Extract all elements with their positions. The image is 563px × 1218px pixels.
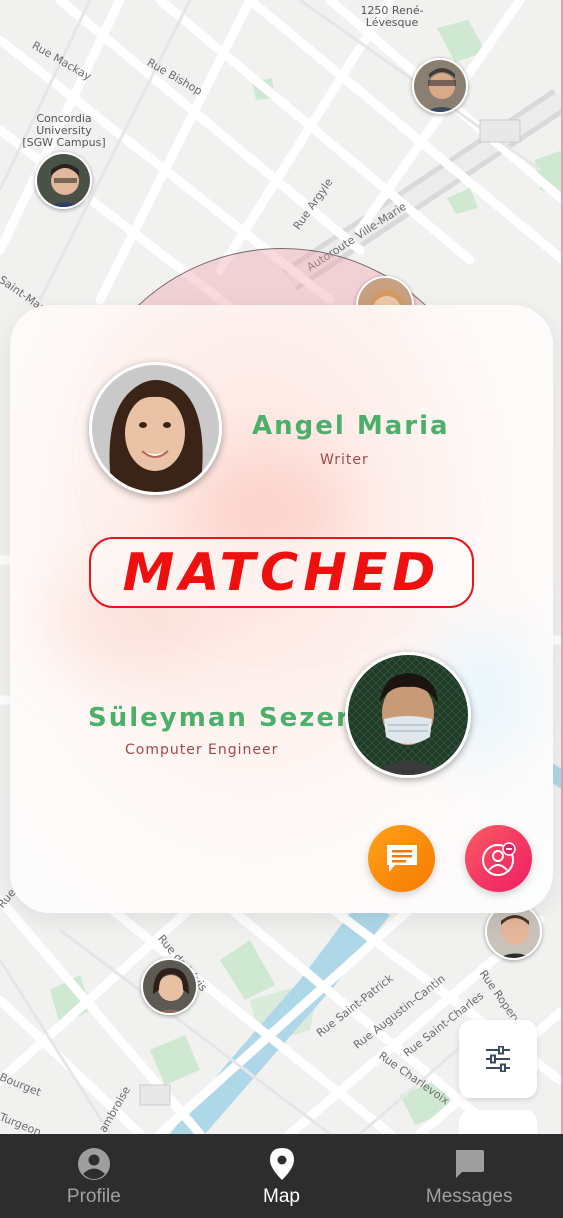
person-a-photo: [89, 362, 222, 495]
chat-button[interactable]: [368, 825, 435, 892]
map-user-avatar[interactable]: [35, 152, 92, 209]
message-icon: [451, 1146, 487, 1182]
map-user-avatar[interactable]: [412, 58, 468, 114]
account-circle-icon: [76, 1146, 112, 1182]
poi-rene-levesque: 1250 René- Lévesque: [360, 4, 424, 29]
matched-badge: MATCHED: [89, 537, 474, 608]
nav-label-messages: Messages: [425, 1186, 513, 1207]
nav-label-profile: Profile: [66, 1186, 121, 1207]
person-b-role: Computer Engineer: [125, 742, 279, 758]
nav-label-map: Map: [263, 1186, 300, 1207]
match-card: Angel Maria Writer MATCHED Süleyman Seze…: [10, 305, 553, 913]
nav-item-map[interactable]: Map: [188, 1134, 376, 1218]
chat-bubble-icon: [386, 844, 417, 872]
sliders-icon: [486, 1046, 510, 1072]
unmatch-button[interactable]: [465, 825, 532, 892]
poi-concordia: Concordia University [SGW Campus]: [22, 112, 106, 149]
user-remove-icon: [481, 841, 516, 876]
filter-button[interactable]: [459, 1020, 537, 1098]
nav-item-profile[interactable]: Profile: [0, 1134, 188, 1218]
person-b-photo: [345, 652, 471, 778]
person-a-role: Writer: [320, 452, 369, 468]
map-user-avatar[interactable]: [141, 958, 198, 1015]
bottom-navigation: Profile Map Messages: [0, 1134, 563, 1218]
person-b-name: Süleyman Sezer: [88, 703, 351, 733]
person-a-name: Angel Maria: [252, 411, 450, 441]
matched-text: MATCHED: [122, 542, 441, 603]
nav-item-messages[interactable]: Messages: [375, 1134, 563, 1218]
location-pin-icon: [264, 1146, 300, 1182]
